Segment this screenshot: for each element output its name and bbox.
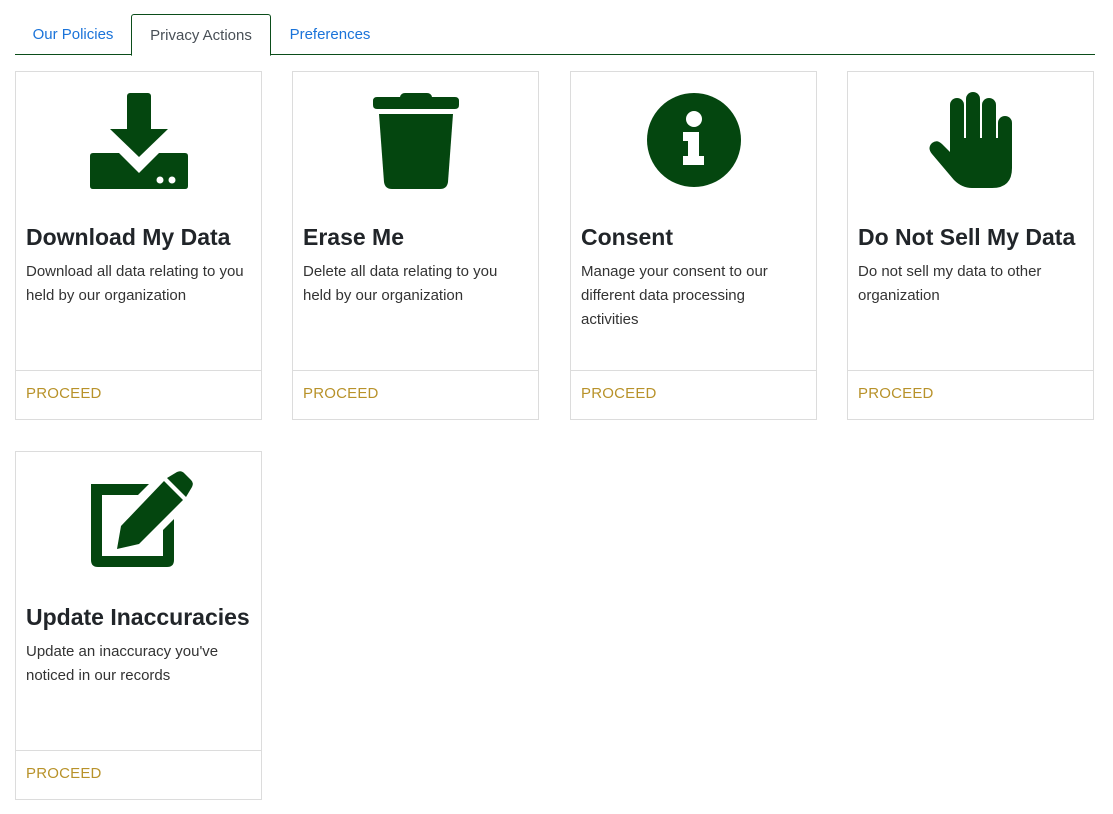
card-footer: PROCEED: [848, 370, 1093, 419]
card-description: Delete all data relating to you held by …: [303, 263, 498, 304]
hand-icon: [848, 90, 1093, 190]
proceed-link[interactable]: PROCEED: [26, 765, 102, 782]
card-description: Update an inaccuracy you've noticed in o…: [26, 643, 219, 684]
card-consent: Consent Manage your consent to our diffe…: [570, 71, 817, 420]
card-footer: PROCEED: [16, 750, 261, 799]
card-footer: PROCEED: [16, 370, 261, 419]
proceed-link[interactable]: PROCEED: [303, 385, 379, 402]
card-title: Update Inaccuracies: [26, 604, 250, 630]
card-title: Do Not Sell My Data: [858, 224, 1076, 250]
card-update-inaccuracies: Update Inaccuracies Update an inaccuracy…: [15, 451, 262, 800]
card-download-my-data: Download My Data Download all data relat…: [15, 71, 262, 420]
card-do-not-sell-my-data: Do Not Sell My Data Do not sell my data …: [847, 71, 1094, 420]
card-footer: PROCEED: [571, 370, 816, 419]
tab-privacy-actions[interactable]: Privacy Actions: [131, 14, 271, 56]
tab-preferences[interactable]: Preferences: [271, 14, 389, 55]
tab-bar: Our Policies Privacy Actions Preferences: [15, 14, 1095, 56]
card-footer: PROCEED: [293, 370, 538, 419]
card-title: Erase Me: [303, 224, 405, 250]
card-description: Manage your consent to our different dat…: [581, 263, 768, 328]
edit-icon: [16, 470, 261, 570]
card-title: Consent: [581, 224, 673, 250]
card-title: Download My Data: [26, 224, 231, 250]
download-icon: [16, 90, 261, 190]
info-icon: [571, 90, 816, 190]
trash-icon: [293, 90, 538, 190]
proceed-link[interactable]: PROCEED: [858, 385, 934, 402]
card-description: Download all data relating to you held b…: [26, 263, 244, 304]
card-description: Do not sell my data to other organizatio…: [858, 263, 1042, 304]
card-erase-me: Erase Me Delete all data relating to you…: [292, 71, 539, 420]
proceed-link[interactable]: PROCEED: [26, 385, 102, 402]
tab-our-policies[interactable]: Our Policies: [15, 14, 131, 55]
proceed-link[interactable]: PROCEED: [581, 385, 657, 402]
